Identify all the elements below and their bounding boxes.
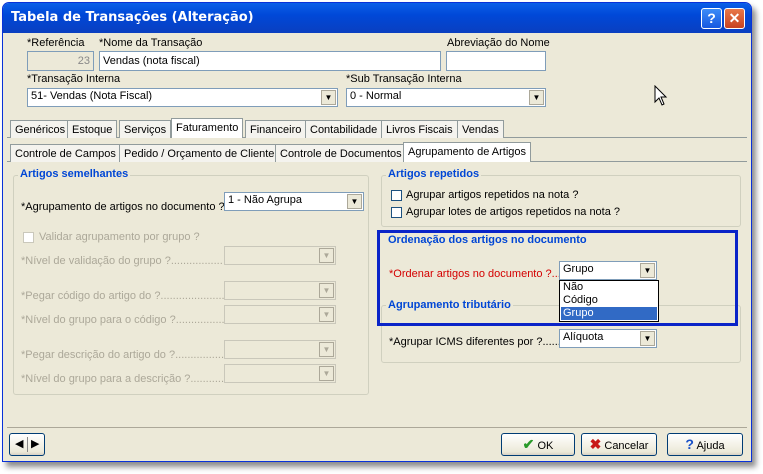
artigos-semelhantes-title: Artigos semelhantes xyxy=(18,168,131,180)
tab-controle-documentos[interactable]: Controle de Documentos xyxy=(275,144,407,162)
nome-transacao-label: *Nome da Transação xyxy=(99,37,203,49)
agrupamento-value: 1 - Não Agrupa xyxy=(228,194,302,206)
nivel-validacao-select[interactable]: ▼ xyxy=(224,246,336,265)
tab-livros-fiscais[interactable]: Livros Fiscais xyxy=(381,120,458,138)
agrupar-icms-label: *Agrupar ICMS diferentes por ?....... xyxy=(389,336,564,348)
transacao-interna-select[interactable]: 51- Vendas (Nota Fiscal) ▼ xyxy=(27,88,338,107)
referencia-field: 23 xyxy=(27,51,94,71)
ok-button-label: OK xyxy=(537,440,554,452)
ok-button[interactable]: ✔ OK xyxy=(501,433,575,456)
validar-agrupamento-label: Validar agrupamento por grupo ? xyxy=(39,231,200,243)
nivel-codigo-select[interactable]: ▼ xyxy=(224,305,336,324)
chevron-down-icon[interactable]: ▼ xyxy=(347,194,362,209)
arrow-right-icon[interactable]: ▶ xyxy=(31,434,39,455)
dialog-window: Tabela de Transações (Alteração) ? ✕ *Re… xyxy=(2,2,752,462)
ajuda-button[interactable]: ? Ajuda xyxy=(667,433,743,456)
validar-agrupamento-checkbox[interactable] xyxy=(23,232,34,243)
tab-estoque[interactable]: Estoque xyxy=(67,120,118,138)
chevron-down-icon[interactable]: ▼ xyxy=(640,331,655,346)
check-icon: ✔ xyxy=(522,436,535,452)
sub-transacao-value: 0 - Normal xyxy=(350,90,402,102)
chevron-down-icon[interactable]: ▼ xyxy=(319,342,334,357)
nav-arrows[interactable]: ◀ ▶ xyxy=(9,433,45,456)
tab-agrupamento-artigos[interactable]: Agrupamento de Artigos xyxy=(403,142,532,162)
arrow-left-icon[interactable]: ◀ xyxy=(15,434,23,455)
nome-transacao-field[interactable]: Vendas (nota fiscal) xyxy=(99,51,441,71)
agrupamento-select[interactable]: 1 - Não Agrupa ▼ xyxy=(224,192,364,211)
pegar-codigo-select[interactable]: ▼ xyxy=(224,281,336,300)
cancelar-button-label: Cancelar xyxy=(604,440,649,452)
nivel-codigo-label: *Nível do grupo para o código ?.........… xyxy=(21,314,234,326)
x-icon: ✖ xyxy=(589,436,602,452)
tab-faturamento[interactable]: Faturamento xyxy=(171,118,244,138)
nivel-descricao-label: *Nível do grupo para a descrição ?......… xyxy=(21,373,237,385)
footer-divider xyxy=(7,427,747,428)
artigos-repetidos-group xyxy=(381,175,741,227)
abreviacao-label: Abreviação do Nome xyxy=(447,37,550,49)
chevron-down-icon[interactable]: ▼ xyxy=(319,307,334,322)
help-icon: ? xyxy=(685,436,694,452)
agrupar-repetidos-label: Agrupar artigos repetidos na nota ? xyxy=(406,189,579,201)
referencia-label: *Referência xyxy=(27,37,85,49)
tab-pedido-orcamento[interactable]: Pedido / Orçamento de Cliente xyxy=(119,144,280,162)
close-title-button[interactable]: ✕ xyxy=(724,8,745,29)
nivel-validacao-label: *Nível de validação do grupo ?..........… xyxy=(21,255,223,267)
agrupar-lotes-label: Agrupar lotes de artigos repetidos na no… xyxy=(406,206,621,218)
tab-contabilidade[interactable]: Contabilidade xyxy=(305,120,383,138)
tab-servicos[interactable]: Serviços xyxy=(119,120,172,138)
abreviacao-field[interactable] xyxy=(446,51,546,71)
window-title: Tabela de Transações (Alteração) xyxy=(11,10,254,25)
title-bar[interactable]: Tabela de Transações (Alteração) ? ✕ xyxy=(3,3,751,33)
agrupar-repetidos-checkbox[interactable] xyxy=(391,190,402,201)
ajuda-button-label: Ajuda xyxy=(696,440,725,452)
pegar-descricao-label: *Pegar descrição do artigo do ?.........… xyxy=(21,349,231,361)
artigos-repetidos-title: Artigos repetidos xyxy=(386,168,482,180)
chevron-down-icon[interactable]: ▼ xyxy=(321,90,336,105)
agrupamento-label: *Agrupamento de artigos no documento ?..… xyxy=(21,201,234,213)
transacao-interna-label: *Transação Interna xyxy=(27,73,121,85)
pegar-descricao-select[interactable]: ▼ xyxy=(224,340,336,359)
pegar-codigo-label: *Pegar código do artigo do ?............… xyxy=(21,290,228,302)
agrupar-icms-select[interactable]: Alíquota ▼ xyxy=(559,329,657,348)
highlight-box xyxy=(377,230,738,326)
agrupar-icms-value: Alíquota xyxy=(563,331,604,343)
agrupar-lotes-checkbox[interactable] xyxy=(391,207,402,218)
chevron-down-icon[interactable]: ▼ xyxy=(319,283,334,298)
chevron-down-icon[interactable]: ▼ xyxy=(319,248,334,263)
tab-vendas[interactable]: Vendas xyxy=(457,120,504,138)
tab-financeiro[interactable]: Financeiro xyxy=(245,120,307,138)
nav-separator xyxy=(27,437,28,452)
sub-transacao-select[interactable]: 0 - Normal ▼ xyxy=(346,88,546,107)
tab-controle-campos[interactable]: Controle de Campos xyxy=(10,144,121,162)
nivel-descricao-select[interactable]: ▼ xyxy=(224,364,336,383)
tab-genericos[interactable]: Genéricos xyxy=(10,120,71,138)
chevron-down-icon[interactable]: ▼ xyxy=(529,90,544,105)
mouse-cursor-icon xyxy=(654,85,668,106)
sub-transacao-label: *Sub Transação Interna xyxy=(346,73,462,85)
cancelar-button[interactable]: ✖ Cancelar xyxy=(581,433,657,456)
transacao-interna-value: 51- Vendas (Nota Fiscal) xyxy=(31,90,153,102)
chevron-down-icon[interactable]: ▼ xyxy=(319,366,334,381)
help-title-button[interactable]: ? xyxy=(701,8,722,29)
